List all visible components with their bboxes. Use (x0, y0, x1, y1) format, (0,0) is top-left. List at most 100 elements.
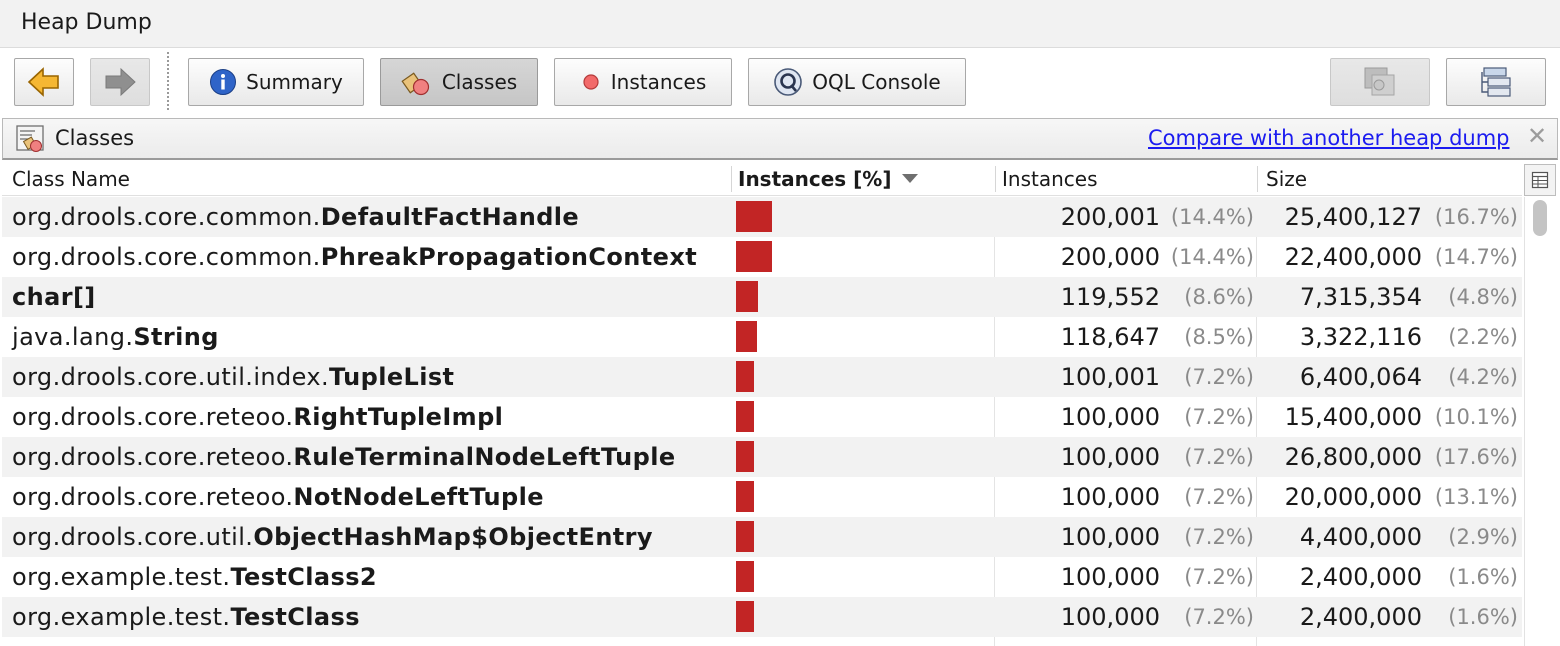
class-name-cell: org.drools.core.reteoo.RuleTerminalNodeL… (12, 437, 676, 477)
export-button[interactable] (1446, 58, 1546, 106)
class-name-cell: org.example.test.TestClass2 (12, 557, 377, 597)
instances-count: 100,000 (1060, 483, 1160, 511)
panel-title: Classes (55, 126, 135, 150)
simple-class-name: TestClass (230, 603, 360, 631)
size-value: 20,000,000 (1284, 483, 1422, 511)
instances-button[interactable]: Instances (554, 58, 732, 106)
column-class-name[interactable]: Class Name (12, 167, 130, 191)
instances-count: 200,000 (1060, 243, 1160, 271)
class-name-cell: org.example.test.TestClass (12, 597, 360, 637)
simple-class-name: RuleTerminalNodeLeftTuple (293, 443, 676, 471)
classes-view-icon (16, 125, 44, 152)
instances-percent: (7.2%) (1184, 565, 1254, 589)
table-row[interactable]: org.drools.core.reteoo.RuleTerminalNodeL… (2, 437, 1522, 477)
class-name-cell: org.drools.core.common.PhreakPropagation… (12, 237, 697, 277)
size-percent: (4.2%) (1448, 365, 1518, 389)
simple-class-name: DefaultFactHandle (320, 203, 580, 231)
table-row[interactable]: org.example.test.TestClass 100,000 (7.2%) 2… (2, 597, 1522, 637)
column-chooser-icon (1531, 171, 1549, 189)
size-percent: (13.1%) (1434, 485, 1518, 509)
column-divider[interactable] (731, 166, 732, 192)
size-percent: (2.9%) (1448, 525, 1518, 549)
column-chooser-button[interactable] (1524, 164, 1556, 196)
summary-button[interactable]: Summary (188, 58, 364, 106)
column-instances-percent[interactable]: Instances [%] (738, 167, 918, 191)
column-size[interactable]: Size (1266, 167, 1307, 191)
table-row[interactable]: org.drools.core.common.PhreakPropagation… (2, 237, 1522, 277)
size-value: 2,400,000 (1299, 603, 1422, 631)
arrow-right-icon (105, 67, 136, 97)
simple-class-name: RightTupleImpl (293, 403, 504, 431)
table-row[interactable]: java.lang.String 118,647 (8.5%) 3,322,116 (2… (2, 317, 1522, 357)
size-value: 15,400,000 (1284, 403, 1422, 431)
size-percent: (2.2%) (1448, 325, 1518, 349)
size-value: 7,315,354 (1299, 283, 1422, 311)
classes-icon (401, 72, 429, 96)
compare-heap-dump-link[interactable]: Compare with another heap dump (1148, 126, 1510, 150)
table-row[interactable]: org.drools.core.common.DefaultFactHandle… (2, 197, 1522, 237)
table-row[interactable]: org.example.test.TestClass2 100,000 (7.2%)… (2, 557, 1522, 597)
toolbar: Summary Classes Instances OQL Console (0, 48, 1560, 116)
size-percent: (17.6%) (1434, 445, 1518, 469)
instances-percent: (7.2%) (1184, 445, 1254, 469)
toolbar-separator (167, 52, 169, 110)
package-name: org.example.test. (12, 603, 231, 631)
window-title-bar: Heap Dump (0, 0, 1560, 48)
package-name: org.drools.core.reteoo. (12, 443, 294, 471)
table-row[interactable]: org.drools.core.reteoo.RightTupleImpl 100… (2, 397, 1522, 437)
table-row[interactable]: org.drools.core.util.ObjectHashMap$Objec… (2, 517, 1522, 557)
instances-percent: (7.2%) (1184, 605, 1254, 629)
classes-table: org.drools.core.common.DefaultFactHandle… (2, 197, 1522, 646)
forward-button[interactable] (90, 58, 150, 106)
simple-class-name: String (133, 323, 219, 351)
instances-percent: (8.5%) (1184, 325, 1254, 349)
package-name: org.drools.core.common. (12, 243, 321, 271)
instances-count: 100,000 (1060, 603, 1160, 631)
summary-label: Summary (246, 70, 343, 94)
compare-disabled-button[interactable] (1330, 58, 1430, 106)
instances-percent: (7.2%) (1184, 485, 1254, 509)
instances-percent-bar (736, 521, 754, 552)
info-icon (210, 69, 237, 95)
oql-console-label: OQL Console (812, 70, 941, 94)
instances-percent-bar (736, 401, 754, 432)
oql-console-button[interactable]: OQL Console (748, 58, 966, 106)
close-icon[interactable]: ✕ (1527, 122, 1547, 150)
simple-class-name: TupleList (329, 363, 455, 391)
table-row[interactable]: char[] 119,552 (8.6%) 7,315,354 (4.8%) (2, 277, 1522, 317)
vertical-scrollbar[interactable] (1524, 197, 1556, 646)
instances-percent: (7.2%) (1184, 525, 1254, 549)
instances-count: 100,000 (1060, 403, 1160, 431)
column-instances[interactable]: Instances (1002, 167, 1098, 191)
instance-dot-icon (583, 74, 599, 90)
column-divider[interactable] (995, 166, 996, 192)
scrollbar-thumb[interactable] (1533, 200, 1547, 236)
instances-percent-bar (736, 281, 758, 312)
arrow-left-icon (27, 67, 59, 97)
classes-button[interactable]: Classes (380, 58, 538, 106)
size-value: 25,400,127 (1284, 203, 1422, 231)
size-percent: (1.6%) (1448, 605, 1518, 629)
stack-icon (1364, 67, 1395, 96)
size-percent: (1.6%) (1448, 565, 1518, 589)
class-name-cell: org.drools.core.common.DefaultFactHandle (12, 197, 579, 237)
size-percent: (14.7%) (1434, 245, 1518, 269)
class-name-cell: org.drools.core.util.ObjectHashMap$Objec… (12, 517, 653, 557)
package-name: org.drools.core.reteoo. (12, 403, 294, 431)
classes-panel-header: Classes Compare with another heap dump ✕ (2, 118, 1558, 160)
classes-label: Classes (441, 70, 518, 94)
instances-percent-bar (736, 321, 757, 352)
package-name: org.drools.core.common. (12, 203, 321, 231)
instances-count: 118,647 (1060, 323, 1160, 351)
back-button[interactable] (14, 58, 74, 106)
size-value: 22,400,000 (1284, 243, 1422, 271)
instances-percent-bar (736, 561, 754, 592)
column-instances-percent-label: Instances [%] (738, 167, 892, 191)
table-row[interactable]: org.drools.core.util.index.TupleList 100,… (2, 357, 1522, 397)
class-name-cell: org.drools.core.reteoo.RightTupleImpl (12, 397, 503, 437)
simple-class-name: ObjectHashMap$ObjectEntry (253, 523, 653, 551)
simple-class-name: char[] (12, 283, 96, 311)
instances-percent: (14.4%) (1170, 245, 1254, 269)
table-row[interactable]: org.drools.core.reteoo.NotNodeLeftTuple 1… (2, 477, 1522, 517)
column-divider[interactable] (1257, 166, 1258, 192)
